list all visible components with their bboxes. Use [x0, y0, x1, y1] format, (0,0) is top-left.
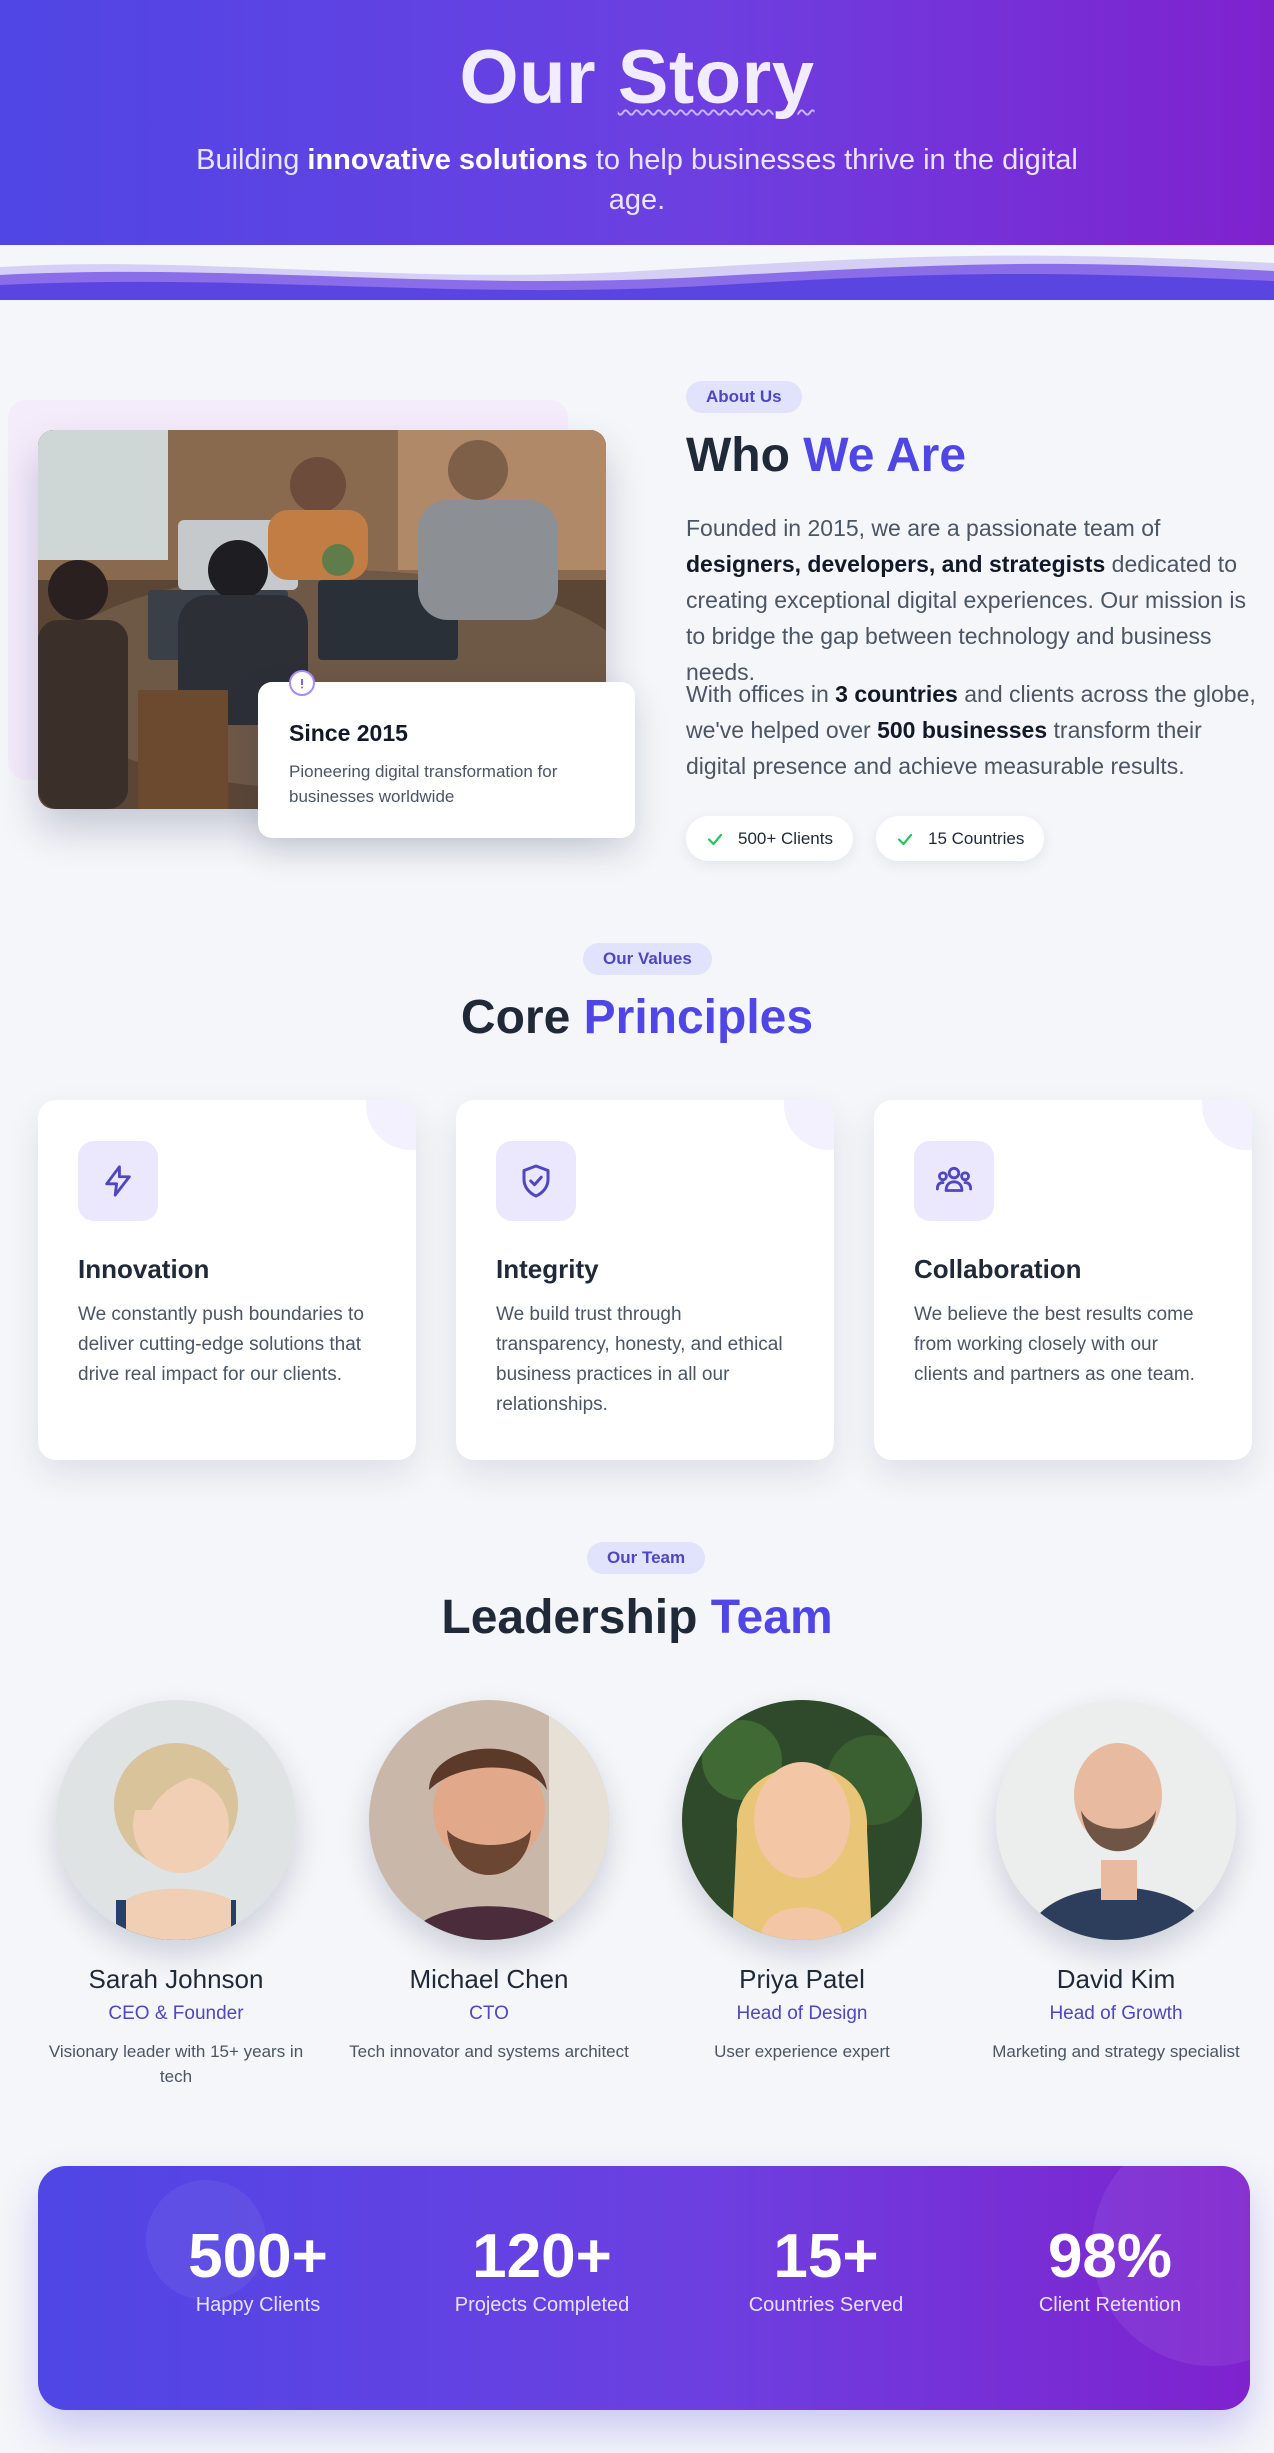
value-card-title: Collaboration — [914, 1254, 1082, 1284]
hero-subtitle: Building innovative solutions to help bu… — [187, 140, 1087, 220]
member-name: Priya Patel — [739, 1964, 865, 1994]
countries-pill: 15 Countries — [876, 816, 1045, 861]
member-role: Head of Design — [736, 2003, 868, 2024]
hero-title-highlight: Story — [617, 35, 815, 120]
hero-title-part: Our — [459, 35, 618, 120]
team-member-card: Sarah Johnson CEO & Founder Visionary le… — [26, 1700, 326, 2089]
since-title: Since 2015 — [289, 720, 408, 746]
hero-wave-divider — [0, 245, 1274, 300]
avatar — [996, 1700, 1236, 1940]
clients-pill: 500+ Clients — [686, 816, 853, 861]
stat-label: Client Retention — [1038, 2294, 1182, 2316]
team-title: Leadership Team — [0, 1590, 1274, 1645]
team-member-card: Priya Patel Head of Design User experien… — [652, 1700, 952, 2064]
values-title: Core Principles — [0, 990, 1274, 1045]
hero-sub-part: to help businesses thrive in the digital… — [587, 144, 1078, 216]
value-card-innovation: Innovation We constantly push boundaries… — [38, 1100, 416, 1460]
about-p2-text: With offices in — [686, 681, 836, 707]
hero-title: Our Story — [0, 34, 1274, 121]
member-name: Michael Chen — [409, 1964, 569, 1994]
value-card-description: We believe the best results come from wo… — [914, 1304, 1195, 1385]
about-paragraph-2: With offices in 3 countries and clients … — [686, 676, 1256, 784]
value-card-description: We constantly push boundaries to deliver… — [78, 1304, 364, 1385]
values-tag: Our Values — [583, 943, 712, 975]
value-card-integrity: Integrity We build trust through transpa… — [456, 1100, 834, 1460]
stat-label: Projects Completed — [454, 2294, 630, 2316]
stat-number: 120+ — [472, 2222, 612, 2291]
value-card-title: Integrity — [496, 1254, 599, 1284]
member-description: Marketing and strategy specialist — [992, 2042, 1240, 2061]
stat-number: 98% — [1047, 2222, 1173, 2291]
stat-countries-served: 15+ Countries Served — [686, 2222, 966, 2317]
shield-check-icon — [496, 1141, 576, 1221]
lightning-icon — [78, 1141, 158, 1221]
team-title-part: Leadership — [441, 1591, 711, 1644]
hero-sub-part: Building — [196, 144, 308, 176]
about-title: Who We Are — [686, 428, 966, 483]
card-corner-decoration — [1202, 1100, 1252, 1150]
countries-pill-label: 15 Countries — [928, 828, 1025, 848]
card-corner-decoration — [366, 1100, 416, 1150]
stats-banner: 500+ Happy Clients 120+ Projects Complet… — [38, 2166, 1250, 2410]
stat-number: 15+ — [773, 2222, 879, 2291]
member-role: Head of Growth — [1049, 2003, 1183, 2024]
team-title-accent: Team — [710, 1591, 833, 1644]
since-card: Since 2015 Pioneering digital transforma… — [258, 682, 635, 838]
stat-label: Happy Clients — [195, 2294, 321, 2316]
about-p2-emphasis: 3 countries — [835, 681, 958, 707]
stat-happy-clients: 500+ Happy Clients — [118, 2222, 398, 2317]
values-title-accent: Principles — [583, 991, 814, 1044]
about-title-accent: We Are — [803, 429, 967, 482]
stat-projects-completed: 120+ Projects Completed — [402, 2222, 682, 2317]
about-p2-emphasis: 500 businesses — [877, 717, 1048, 743]
team-member-card: Michael Chen CTO Tech innovator and syst… — [339, 1700, 639, 2064]
member-name: Sarah Johnson — [88, 1964, 264, 1994]
member-role: CEO & Founder — [108, 2003, 244, 2024]
member-name: David Kim — [1056, 1964, 1176, 1994]
value-card-description: We build trust through transparency, hon… — [496, 1304, 783, 1415]
values-title-part: Core — [460, 991, 584, 1044]
card-corner-decoration — [784, 1100, 834, 1150]
avatar — [682, 1700, 922, 1940]
about-paragraph-1: Founded in 2015, we are a passionate tea… — [686, 510, 1256, 690]
value-card-title: Innovation — [78, 1254, 210, 1284]
team-tag: Our Team — [587, 1542, 706, 1574]
users-icon — [914, 1141, 994, 1221]
about-title-part: Who — [686, 429, 804, 482]
check-icon — [707, 833, 723, 845]
member-role: CTO — [469, 2003, 509, 2024]
stat-client-retention: 98% Client Retention — [970, 2222, 1250, 2317]
about-tag: About Us — [686, 381, 802, 413]
hero-banner: Our Story Building innovative solutions … — [0, 0, 1274, 300]
check-icon — [897, 833, 913, 845]
stat-label: Countries Served — [748, 2294, 904, 2316]
clients-pill-label: 500+ Clients — [738, 828, 833, 848]
about-p1-emphasis: designers, developers, and strategists — [686, 551, 1106, 577]
about-p1-text: Founded in 2015, we are a passionate tea… — [686, 515, 1161, 541]
member-description: Tech innovator and systems architect — [349, 2042, 629, 2061]
hero-sub-emphasis: innovative solutions — [307, 144, 588, 176]
member-description: Visionary leader with 15+ years in tech — [48, 2042, 304, 2086]
team-member-card: David Kim Head of Growth Marketing and s… — [966, 1700, 1266, 2064]
avatar — [56, 1700, 296, 1940]
stat-number: 500+ — [188, 2222, 328, 2291]
avatar — [369, 1700, 609, 1940]
info-icon — [289, 670, 315, 696]
since-description: Pioneering digital transformation for bu… — [289, 762, 558, 806]
value-card-collaboration: Collaboration We believe the best result… — [874, 1100, 1252, 1460]
member-description: User experience expert — [714, 2042, 890, 2061]
